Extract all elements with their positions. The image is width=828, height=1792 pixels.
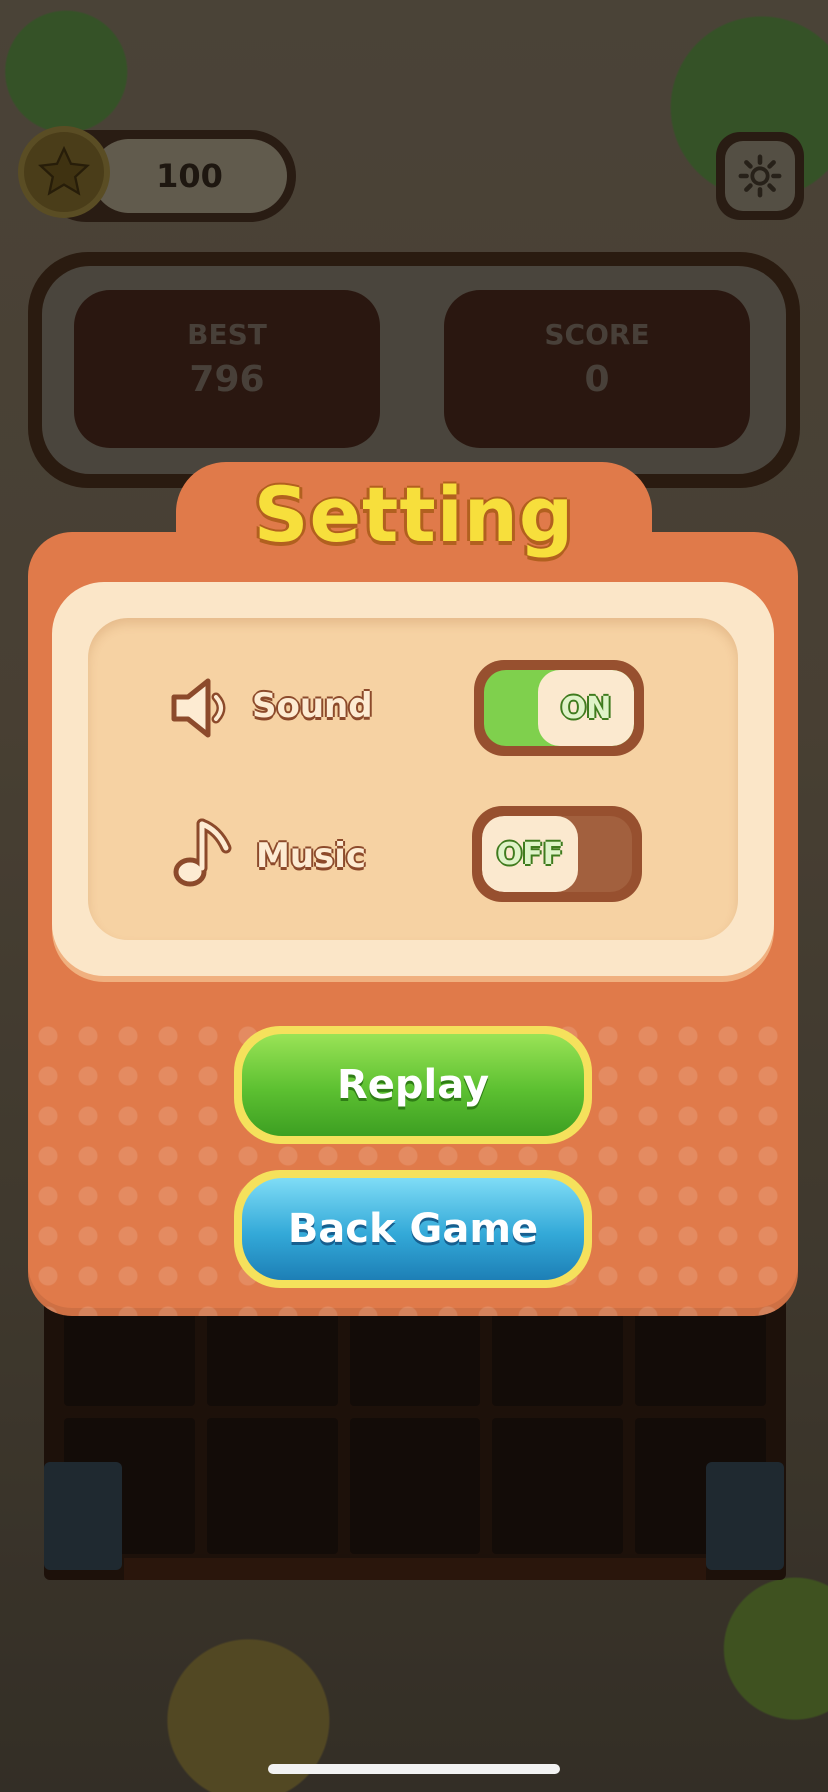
replay-button[interactable]: Replay: [234, 1026, 592, 1144]
music-note-icon: [172, 816, 236, 894]
home-indicator[interactable]: [268, 1764, 560, 1774]
sound-label: Sound: [252, 686, 373, 726]
dialog-title: Setting: [253, 470, 575, 559]
music-label: Music: [256, 836, 367, 876]
music-toggle[interactable]: OFF: [472, 806, 642, 902]
back-game-button-label: Back Game: [242, 1178, 584, 1280]
sound-toggle[interactable]: ON: [474, 660, 644, 756]
replay-button-label: Replay: [242, 1034, 584, 1136]
music-toggle-state: OFF: [482, 816, 578, 892]
sound-toggle-state: ON: [538, 670, 634, 746]
options-panel: [52, 582, 774, 976]
speaker-icon: [168, 675, 240, 745]
back-game-button[interactable]: Back Game: [234, 1170, 592, 1288]
